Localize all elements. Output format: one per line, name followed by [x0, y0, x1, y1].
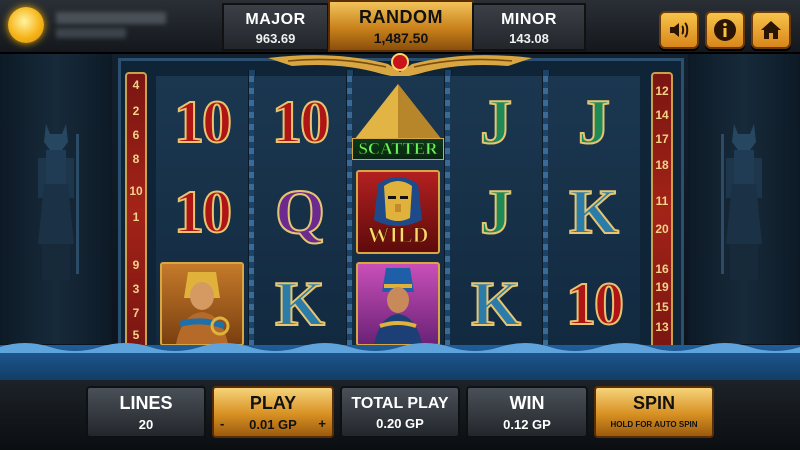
payline-number[interactable]: 3 [127, 282, 145, 296]
payline-number[interactable]: 7 [127, 306, 145, 320]
total-play-display: TOTAL PLAY 0.20 GP [340, 386, 460, 438]
increase-bet-button[interactable]: + [318, 416, 326, 431]
player-avatar [8, 7, 44, 43]
reel-4: J J K [450, 76, 542, 348]
symbol-jack-card: J [479, 175, 513, 248]
winged-scarab-ornament [268, 53, 532, 78]
player-profile [8, 5, 223, 45]
payline-numbers-left: 4 2 6 8 10 1 9 3 7 5 [125, 72, 147, 352]
symbol-ten: 10 [173, 88, 233, 156]
water-decoration [0, 343, 800, 380]
payline-number[interactable]: 2 [127, 104, 145, 118]
home-button[interactable] [751, 11, 791, 49]
lines-button[interactable]: LINES 20 [86, 386, 206, 438]
sound-button[interactable] [659, 11, 699, 49]
top-bar: MAJOR 963.69 RANDOM 1,487.50 MINOR 143.0… [0, 0, 800, 54]
anubis-statue-left [38, 124, 79, 280]
payline-number[interactable]: 16 [653, 262, 671, 276]
payline-number[interactable]: 18 [653, 158, 671, 172]
symbol-jack-card: J [577, 85, 611, 158]
anubis-statue-right [721, 124, 762, 280]
jackpot-minor-value: 143.08 [509, 31, 549, 46]
symbol-scatter: SCATTER [352, 78, 444, 166]
payline-numbers-right: 12 14 17 18 11 20 16 19 15 13 [651, 72, 673, 352]
left-side-panel [0, 54, 112, 344]
speaker-icon [670, 22, 689, 38]
pharaoh-warrior-icon [176, 272, 230, 344]
info-icon [714, 19, 736, 41]
decrease-bet-button[interactable]: - [220, 416, 224, 431]
symbol-jack-card: J [479, 85, 513, 158]
symbol-king-card: K [470, 267, 522, 340]
payline-number[interactable]: 20 [653, 222, 671, 236]
symbol-king-card: K [568, 175, 620, 248]
payline-number[interactable]: 15 [653, 300, 671, 314]
win-value: 0.12 GP [503, 417, 551, 432]
jackpot-major: MAJOR 963.69 [222, 3, 329, 51]
jackpot-major-label: MAJOR [245, 11, 306, 28]
player-balance-blurred [56, 28, 126, 38]
win-label: WIN [509, 393, 545, 413]
lines-label: LINES [119, 393, 173, 413]
payline-number[interactable]: 1 [127, 210, 145, 224]
symbol-ten: 10 [173, 178, 233, 246]
total-play-label: TOTAL PLAY [351, 395, 449, 412]
symbol-wild: WILD [352, 168, 444, 256]
play-bet-control: PLAY 0.01 GP - + [212, 386, 334, 438]
payline-number[interactable]: 12 [653, 84, 671, 98]
play-label: PLAY [249, 393, 297, 413]
wave-decoration [0, 343, 800, 353]
payline-number[interactable]: 19 [653, 280, 671, 294]
symbol-queen-nefertiti [352, 260, 444, 348]
symbol-ten: 10 [565, 270, 625, 338]
jackpot-random-label: RANDOM [359, 7, 443, 27]
payline-number[interactable]: 4 [127, 78, 145, 92]
spin-button[interactable]: SPIN HOLD FOR AUTO SPIN [594, 386, 714, 438]
bottom-control-bar: LINES 20 PLAY 0.01 GP - + TOTAL PLAY 0.2… [0, 380, 800, 450]
jackpot-minor-label: MINOR [501, 11, 557, 28]
symbol-ten: 10 [271, 88, 331, 156]
pyramid-icon [354, 84, 442, 140]
payline-number[interactable]: 14 [653, 108, 671, 122]
wild-label: WILD [367, 222, 429, 248]
lines-value: 20 [138, 417, 154, 432]
jackpot-major-value: 963.69 [255, 31, 296, 46]
spin-sublabel: HOLD FOR AUTO SPIN [610, 420, 698, 429]
payline-number[interactable]: 6 [127, 128, 145, 142]
jackpot-random: RANDOM 1,487.50 [328, 0, 474, 52]
reel-1: 10 10 [156, 76, 248, 348]
player-name-blurred [56, 12, 166, 24]
jackpot-random-value: 1,487.50 [373, 30, 429, 46]
reel-2: 10 Q K [254, 76, 346, 348]
payline-number[interactable]: 8 [127, 152, 145, 166]
total-play-value: 0.20 GP [376, 416, 424, 431]
slot-game-screen: MAJOR 963.69 RANDOM 1,487.50 MINOR 143.0… [0, 0, 800, 450]
info-button[interactable] [705, 11, 745, 49]
win-display: WIN 0.12 GP [466, 386, 588, 438]
payline-number[interactable]: 17 [653, 132, 671, 146]
payline-number[interactable]: 13 [653, 320, 671, 334]
nefertiti-icon [374, 268, 422, 344]
reel-5: J K 10 [548, 76, 640, 348]
reel-3: SCATTER WILD [352, 76, 444, 348]
payline-number[interactable]: 11 [653, 194, 671, 208]
jackpot-minor: MINOR 143.08 [472, 3, 586, 51]
symbol-queen-card: Q [274, 175, 326, 248]
symbol-king-card: K [274, 267, 326, 340]
home-icon [761, 21, 781, 39]
play-value: 0.01 GP [249, 417, 297, 432]
right-side-panel [688, 54, 800, 344]
spin-label: SPIN [632, 393, 675, 413]
payline-number[interactable]: 10 [127, 184, 145, 198]
payline-number[interactable]: 9 [127, 258, 145, 272]
symbol-pharaoh [156, 260, 248, 348]
scatter-label: SCATTER [352, 138, 444, 160]
